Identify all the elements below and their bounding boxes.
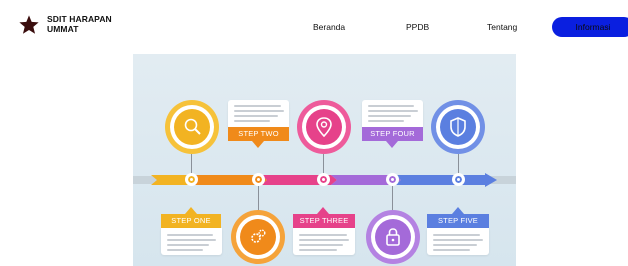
nav-tentang[interactable]: Tentang [487,22,517,32]
step-five-node [452,173,465,186]
step-two-node [252,173,265,186]
step-four-node [386,173,399,186]
step-five-arrow [452,207,464,214]
brand-line-2: UMMAT [47,24,79,34]
hero-infographic: STEP ONE STEP TWO STEP THREE STEP FOUR S… [133,54,516,266]
gears-icon [251,229,266,243]
nav-informasi[interactable]: Informasi [552,17,628,37]
step-one-arrow [185,207,197,214]
lock-icon [386,228,400,246]
brand[interactable]: SDIT HARAPAN UMMAT [18,14,112,36]
step-four-tag: STEP FOUR [362,127,423,141]
search-icon [184,118,201,135]
step-two-arrow [252,141,264,148]
step-four-card [362,100,423,127]
step-two-connector [258,186,259,212]
step-two-card [228,100,289,127]
step-five-tag: STEP FIVE [427,214,489,228]
step-three-arrow [317,207,329,214]
step-one-node [185,173,198,186]
step-three-card [293,228,355,255]
nav-beranda[interactable]: Beranda [313,22,345,32]
step-one-tag: STEP ONE [161,214,221,228]
step-two-tag: STEP TWO [228,127,289,141]
step-one-card [161,228,222,255]
navbar: SDIT HARAPAN UMMAT Beranda PPDB Tentang … [0,0,628,50]
step-four-connector [392,186,393,212]
brand-name: SDIT HARAPAN UMMAT [47,14,112,34]
nav-ppdb[interactable]: PPDB [406,22,429,32]
location-pin-icon [316,117,332,138]
brand-line-1: SDIT HARAPAN [47,14,112,24]
step-three-node [317,173,330,186]
star-logo-icon [19,15,39,34]
step-three-tag: STEP THREE [293,214,355,228]
step-five-card [427,228,489,255]
step-four-arrow [386,141,398,148]
shield-icon [450,117,466,137]
